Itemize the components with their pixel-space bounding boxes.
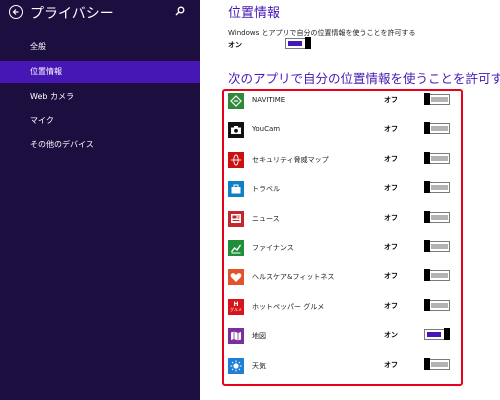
app-location-toggle[interactable] bbox=[424, 298, 450, 311]
sun-icon bbox=[228, 357, 244, 374]
app-location-toggle[interactable] bbox=[424, 240, 450, 252]
app-row: ヘルスケア&フィットネス オフ bbox=[200, 267, 500, 287]
app-state: オフ bbox=[384, 360, 398, 369]
app-location-toggle[interactable] bbox=[424, 93, 450, 105]
map-icon bbox=[228, 328, 244, 345]
page-title: 位置情報 bbox=[228, 6, 281, 21]
app-state: オフ bbox=[384, 243, 398, 251]
heart-icon bbox=[228, 269, 244, 286]
app-name: ホットペッパー グルメ bbox=[252, 302, 325, 311]
section-title: 次のアプリで自分の位置情報を使うことを許可する bbox=[228, 71, 500, 86]
search-icon[interactable] bbox=[175, 6, 185, 16]
app-location-toggle[interactable] bbox=[424, 122, 450, 135]
app-state: オフ bbox=[384, 96, 398, 104]
globe-icon bbox=[228, 151, 244, 168]
sidebar: プライバシー 全般 位置情報 Web カメラ マイク その他のデバイス bbox=[0, 0, 200, 400]
sidebar-header: プライバシー bbox=[0, 0, 200, 26]
app-name: セキュリティ脅威マップ bbox=[252, 155, 329, 164]
suitcase-icon bbox=[228, 181, 244, 198]
app-row: セキュリティ脅威マップ オフ bbox=[200, 150, 500, 170]
location-setting-state: オン bbox=[228, 41, 242, 49]
app-state: オフ bbox=[384, 125, 398, 134]
sidebar-item-webcam[interactable]: Web カメラ bbox=[0, 86, 200, 108]
app-row: ニュース オフ bbox=[200, 209, 500, 229]
app-row: 天気 オフ bbox=[200, 356, 500, 376]
back-arrow-icon bbox=[12, 9, 19, 15]
navitime-icon bbox=[228, 93, 244, 109]
location-toggle[interactable] bbox=[285, 37, 311, 49]
app-location-toggle[interactable] bbox=[424, 181, 450, 194]
app-name: NAVITIME bbox=[252, 96, 286, 104]
sidebar-item-general[interactable]: 全般 bbox=[0, 36, 200, 58]
sidebar-item-microphone[interactable]: マイク bbox=[0, 110, 200, 132]
sidebar-item-location[interactable]: 位置情報 bbox=[0, 61, 200, 83]
app-location-toggle[interactable] bbox=[424, 269, 450, 282]
app-row: NAVITIME オフ bbox=[200, 91, 500, 111]
main-panel: 位置情報 Windows とアプリで自分の位置情報を使うことを許可する オン 次… bbox=[200, 0, 500, 400]
app-location-toggle[interactable] bbox=[424, 151, 450, 164]
app-state: オフ bbox=[384, 301, 398, 310]
app-location-toggle[interactable] bbox=[424, 210, 450, 223]
app-name: ニュース bbox=[252, 214, 280, 223]
app-row: 地図 オン bbox=[200, 326, 500, 346]
app-row: YouCam オフ bbox=[200, 120, 500, 140]
app-state: オフ bbox=[384, 154, 398, 163]
app-location-toggle[interactable] bbox=[424, 328, 450, 341]
app-state: オフ bbox=[384, 184, 398, 193]
back-button[interactable] bbox=[9, 5, 23, 19]
app-row: H グルメ ホットペッパー グルメ オフ bbox=[200, 297, 500, 317]
camera-icon bbox=[228, 122, 244, 139]
app-location-toggle[interactable] bbox=[424, 357, 450, 370]
app-name: 天気 bbox=[252, 361, 266, 370]
chart-icon bbox=[228, 240, 244, 256]
hotpepper-icon-text: グルメ bbox=[230, 306, 242, 312]
app-name: YouCam bbox=[252, 125, 281, 134]
app-state: オフ bbox=[384, 272, 398, 281]
app-name: ファイナンス bbox=[252, 244, 294, 252]
app-name: 地図 bbox=[252, 332, 266, 341]
app-state: オフ bbox=[384, 213, 398, 222]
app-row: ファイナンス オフ bbox=[200, 238, 500, 258]
sidebar-item-other-devices[interactable]: その他のデバイス bbox=[0, 134, 200, 156]
newspaper-icon bbox=[228, 210, 244, 227]
app-name: ヘルスケア&フィットネス bbox=[252, 273, 335, 282]
app-state: オン bbox=[384, 331, 398, 340]
location-setting-description: Windows とアプリで自分の位置情報を使うことを許可する bbox=[228, 29, 416, 37]
app-name: トラベル bbox=[252, 185, 280, 194]
sidebar-title: プライバシー bbox=[30, 6, 114, 22]
hotpepper-icon: H グルメ bbox=[228, 298, 244, 315]
app-row: トラベル オフ bbox=[200, 179, 500, 199]
